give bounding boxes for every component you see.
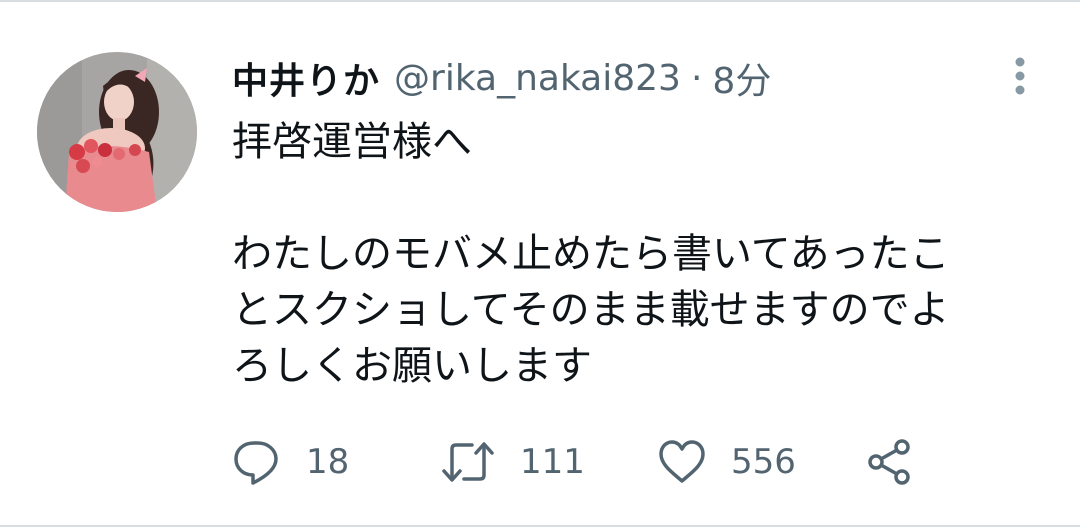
like-count: 556 [731, 442, 796, 482]
vertical-dots-icon [1015, 57, 1025, 95]
retweet-count: 111 [520, 442, 585, 482]
reply-count: 18 [306, 442, 350, 482]
tweet-text-line: ろしくお願いします [232, 343, 592, 389]
tweet-body: 拝啓運営様へ わたしのモバメ止めたら書いてあったこ とスクショしてそのまま載せま… [232, 114, 1052, 394]
tweet-text-line: とスクショしてそのまま載せますのでよ [232, 287, 950, 333]
tweet-header: 中井りか @rika_nakai823 · 8分 [232, 52, 771, 104]
speech-bubble-icon [234, 441, 278, 485]
user-handle[interactable]: @rika_nakai823 [394, 58, 681, 99]
heart-icon [659, 440, 705, 483]
display-name[interactable]: 中井りか [232, 52, 380, 104]
tweet-card[interactable]: 中井りか @rika_nakai823 · 8分 拝啓運営様へ わたしのモバメ止… [0, 0, 1080, 527]
more-options-button[interactable] [1003, 54, 1037, 98]
share-button[interactable] [864, 432, 914, 492]
avatar[interactable] [37, 52, 197, 212]
action-bar: 18 111 556 [232, 432, 992, 492]
tweet-text-line: わたしのモバメ止めたら書いてあったこ [232, 231, 950, 277]
retweet-arrows-icon [442, 442, 494, 482]
like-button[interactable]: 556 [657, 432, 796, 492]
timestamp[interactable]: 8分 [712, 52, 771, 104]
share-nodes-icon [868, 439, 910, 485]
avatar-photo [37, 52, 197, 212]
reply-button[interactable]: 18 [232, 432, 349, 492]
separator-dot: · [690, 57, 703, 99]
tweet-text-line: 拝啓運営様へ [232, 119, 472, 165]
retweet-button[interactable]: 111 [440, 432, 585, 492]
